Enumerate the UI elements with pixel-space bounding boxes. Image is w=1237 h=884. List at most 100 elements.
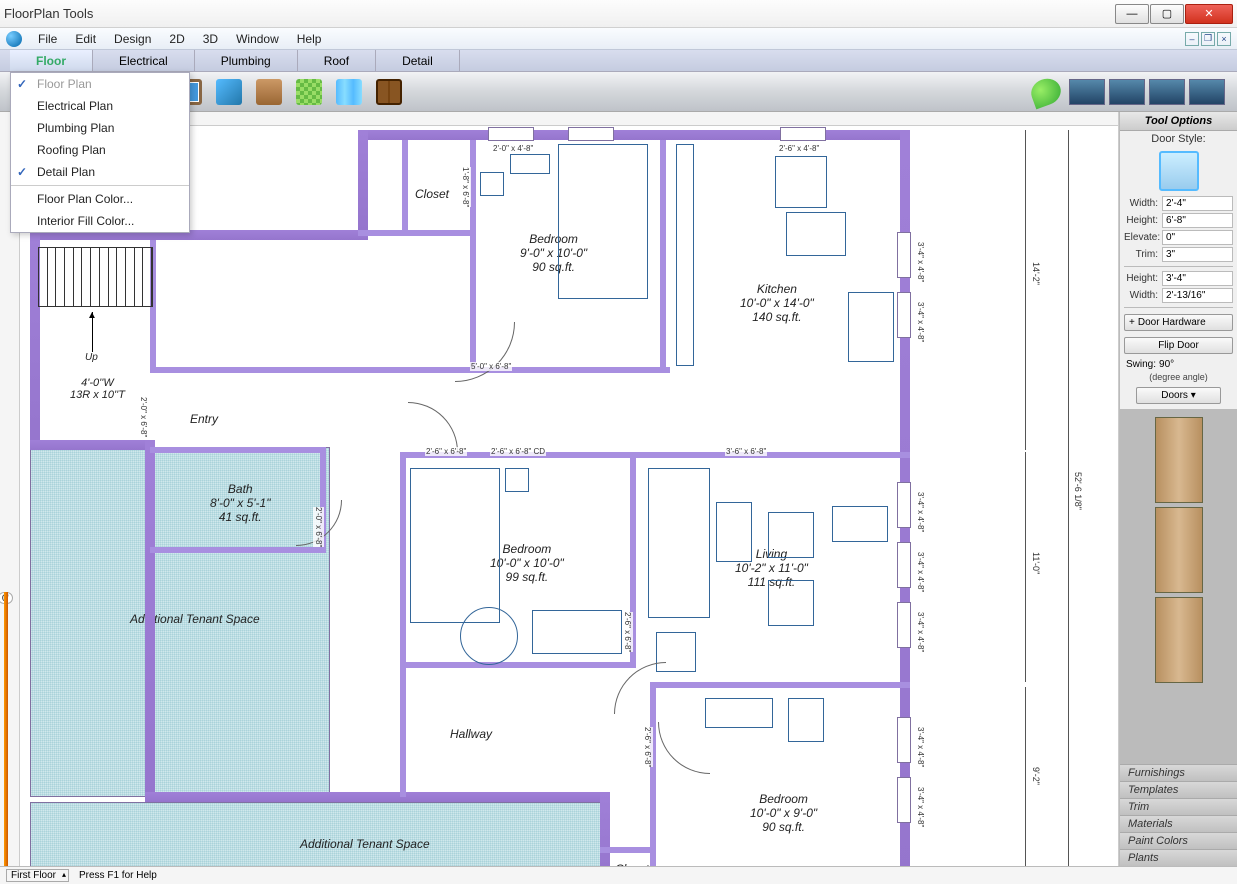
furniture-fridge[interactable]	[848, 292, 894, 362]
menu-design[interactable]: Design	[106, 30, 159, 48]
window[interactable]	[488, 127, 534, 141]
window[interactable]	[897, 717, 911, 763]
minimize-button[interactable]: —	[1115, 4, 1149, 24]
prop-elevate-input[interactable]: 0"	[1162, 230, 1233, 245]
mdi-minimize-icon[interactable]: –	[1185, 32, 1199, 46]
furniture-armchair[interactable]	[768, 512, 814, 558]
furniture[interactable]	[832, 506, 888, 542]
tab-detail[interactable]: Detail	[376, 50, 460, 71]
dropdown-item-floor-plan-color[interactable]: Floor Plan Color...	[11, 188, 189, 210]
accordion-plants[interactable]: Plants	[1120, 849, 1237, 866]
doors-dropdown-button[interactable]: Doors ▾	[1136, 387, 1221, 404]
door-swing[interactable]	[408, 402, 458, 452]
menu-file[interactable]: File	[30, 30, 65, 48]
wall[interactable]	[145, 440, 155, 800]
window[interactable]	[897, 542, 911, 588]
wall[interactable]	[600, 792, 610, 866]
furniture[interactable]	[788, 698, 824, 742]
door-gallery-item[interactable]	[1155, 507, 1203, 593]
door-gallery-item[interactable]	[1155, 597, 1203, 683]
furniture[interactable]	[480, 172, 504, 196]
dropdown-item-detail-plan[interactable]: ✓Detail Plan	[11, 161, 189, 183]
furniture-bed[interactable]	[410, 468, 500, 623]
mdi-close-icon[interactable]: ×	[1217, 32, 1231, 46]
wall-interior[interactable]	[600, 847, 656, 853]
menu-help[interactable]: Help	[289, 30, 330, 48]
door-style-thumbnail[interactable]	[1159, 151, 1199, 191]
view-thumb-2[interactable]	[1109, 79, 1145, 105]
furniture-round[interactable]	[460, 607, 518, 665]
furniture-sofa[interactable]	[648, 468, 710, 618]
mdi-restore-icon[interactable]: ❐	[1201, 32, 1215, 46]
door-swing[interactable]	[455, 322, 515, 382]
menu-window[interactable]: Window	[228, 30, 287, 48]
wall-interior[interactable]	[150, 547, 326, 553]
tool-floor-pattern[interactable]	[292, 76, 326, 108]
prop-height-input[interactable]: 6'-8"	[1162, 213, 1233, 228]
flip-door-button[interactable]: Flip Door	[1124, 337, 1233, 354]
door-hardware-button[interactable]: +Door Hardware	[1124, 314, 1233, 331]
stairs[interactable]	[38, 247, 153, 307]
door-gallery[interactable]	[1120, 409, 1237, 764]
menu-2d[interactable]: 2D	[161, 30, 192, 48]
dropdown-item-plumbing-plan[interactable]: Plumbing Plan	[11, 117, 189, 139]
window[interactable]	[897, 482, 911, 528]
wall[interactable]	[30, 440, 155, 450]
wall-interior[interactable]	[150, 447, 326, 453]
furniture[interactable]	[510, 154, 550, 174]
tool-deck[interactable]	[252, 76, 286, 108]
door-swing[interactable]	[658, 722, 710, 774]
accordion-materials[interactable]: Materials	[1120, 815, 1237, 832]
wall-interior[interactable]	[400, 452, 406, 797]
furniture-bed[interactable]	[558, 144, 648, 299]
eco-leaf-icon[interactable]	[1027, 74, 1064, 109]
tab-roof[interactable]: Roof	[298, 50, 376, 71]
furniture-armchair[interactable]	[768, 580, 814, 626]
dropdown-item-electrical-plan[interactable]: Electrical Plan	[11, 95, 189, 117]
tab-floor[interactable]: Floor	[10, 50, 93, 71]
view-thumb-4[interactable]	[1189, 79, 1225, 105]
furniture-tv[interactable]	[705, 698, 773, 728]
accordion-paint-colors[interactable]: Paint Colors	[1120, 832, 1237, 849]
furniture-cooktop[interactable]	[775, 156, 827, 208]
wall-interior[interactable]	[400, 452, 910, 458]
accordion-trim[interactable]: Trim	[1120, 798, 1237, 815]
window[interactable]	[568, 127, 614, 141]
wall-exterior-top[interactable]	[358, 130, 910, 140]
window[interactable]	[897, 232, 911, 278]
close-button[interactable]: ✕	[1185, 4, 1233, 24]
maximize-button[interactable]: ▢	[1150, 4, 1184, 24]
wall-interior[interactable]	[400, 662, 636, 668]
tenant-space-2[interactable]	[30, 802, 610, 866]
prop-height2-input[interactable]: 3'-4"	[1162, 271, 1233, 286]
furniture-coffee-table[interactable]	[716, 502, 752, 562]
furniture[interactable]	[505, 468, 529, 492]
window[interactable]	[780, 127, 826, 141]
window[interactable]	[897, 777, 911, 823]
tab-plumbing[interactable]: Plumbing	[195, 50, 298, 71]
view-thumb-1[interactable]	[1069, 79, 1105, 105]
accordion-furnishings[interactable]: Furnishings	[1120, 764, 1237, 781]
dropdown-item-floor-plan[interactable]: ✓Floor Plan	[11, 73, 189, 95]
door-swing[interactable]	[614, 662, 666, 714]
wall-interior[interactable]	[650, 682, 910, 688]
wall-interior[interactable]	[660, 140, 666, 370]
wall-interior[interactable]	[358, 230, 476, 236]
tool-curtain[interactable]	[332, 76, 366, 108]
prop-width-input[interactable]: 2'-4"	[1162, 196, 1233, 211]
door-gallery-item[interactable]	[1155, 417, 1203, 503]
prop-trim-input[interactable]: 3"	[1162, 247, 1233, 262]
furniture-dresser[interactable]	[532, 610, 622, 654]
swing-input[interactable]: 90°	[1159, 359, 1195, 370]
dropdown-item-roofing-plan[interactable]: Roofing Plan	[11, 139, 189, 161]
tool-stairs[interactable]	[212, 76, 246, 108]
floor-selector[interactable]: First Floor	[6, 869, 69, 882]
window[interactable]	[897, 292, 911, 338]
wall[interactable]	[145, 792, 610, 802]
tool-cabinet[interactable]	[372, 76, 406, 108]
dropdown-item-interior-fill-color[interactable]: Interior Fill Color...	[11, 210, 189, 232]
prop-width2-input[interactable]: 2'-13/16"	[1162, 288, 1233, 303]
wall-interior[interactable]	[150, 367, 670, 373]
accordion-templates[interactable]: Templates	[1120, 781, 1237, 798]
window[interactable]	[897, 602, 911, 648]
